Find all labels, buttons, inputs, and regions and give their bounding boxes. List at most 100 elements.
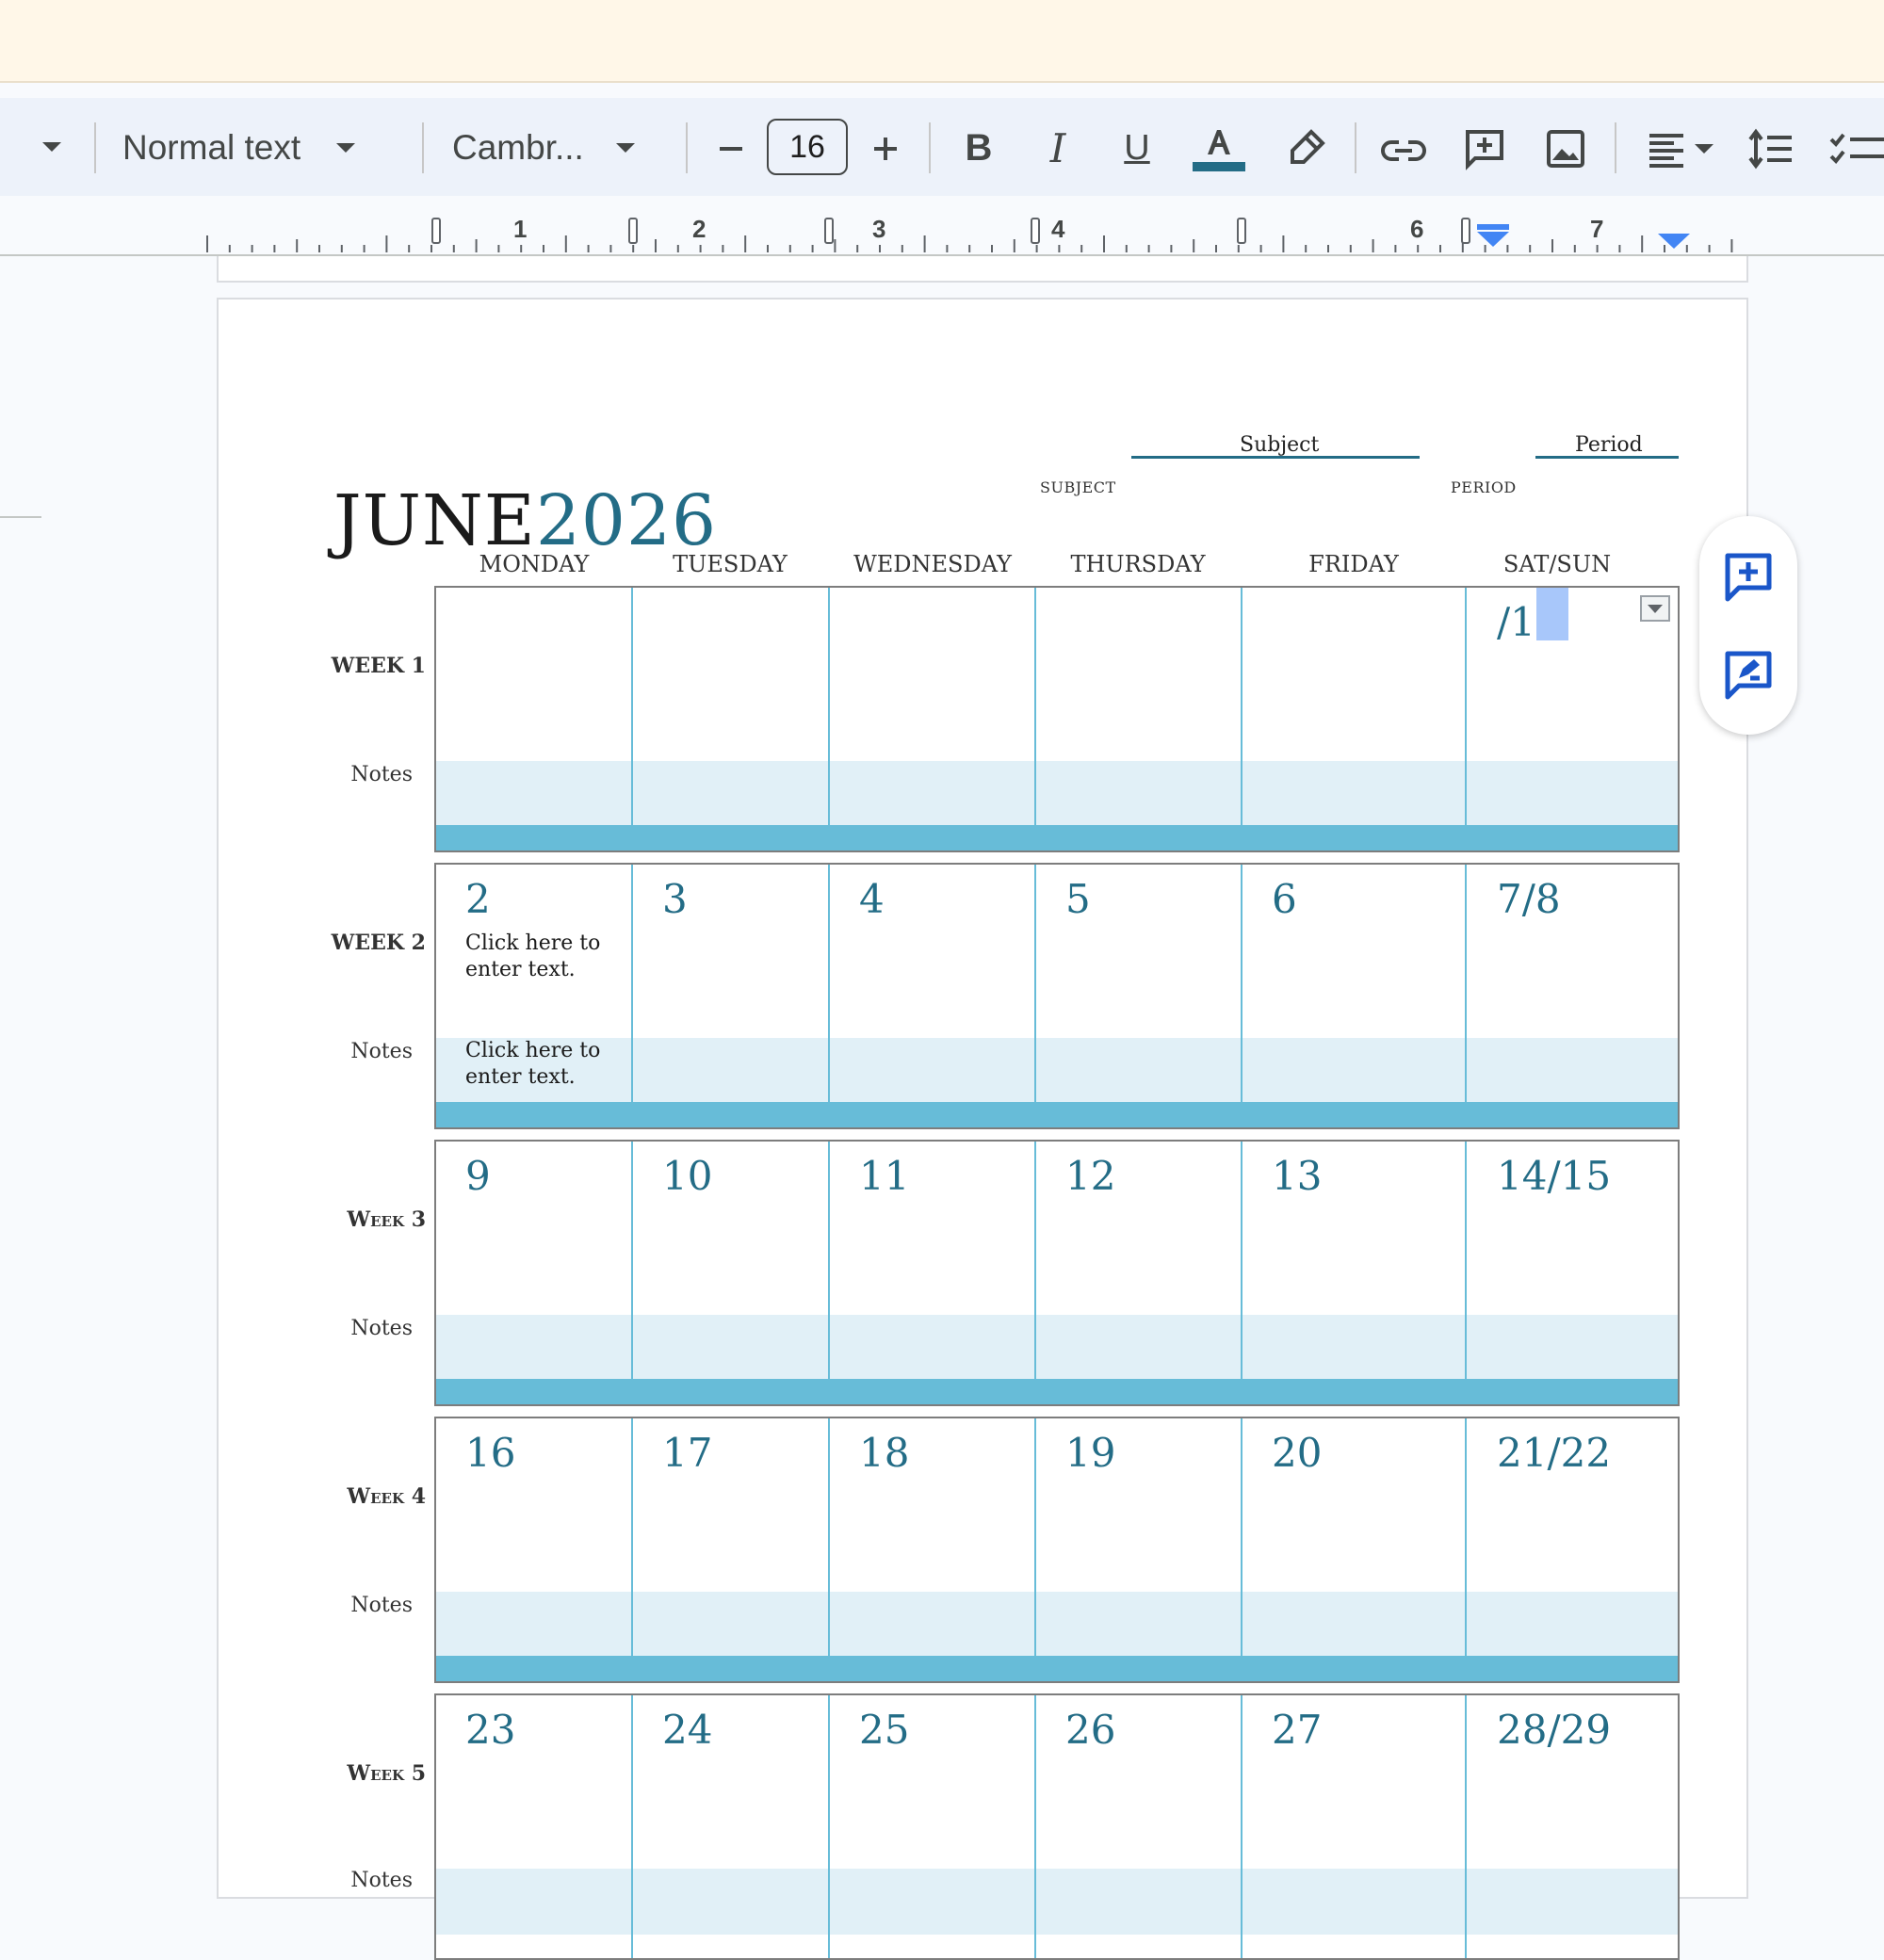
subject-caption: SUBJECT bbox=[1040, 478, 1116, 496]
day-header-monday: MONDAY bbox=[479, 551, 590, 577]
date-label[interactable]: 5 bbox=[1065, 876, 1091, 922]
date-label[interactable]: 12 bbox=[1065, 1153, 1115, 1199]
date-label[interactable]: 14/15 bbox=[1497, 1153, 1611, 1199]
week-label: Week 3 bbox=[347, 1207, 426, 1232]
day-header-tuesday: TUESDAY bbox=[673, 551, 788, 577]
notes-label: Notes bbox=[350, 1594, 413, 1617]
day-header-wednesday: WEDNESDAY bbox=[853, 551, 1012, 577]
highlight-icon[interactable] bbox=[1279, 122, 1332, 175]
notes-label: Notes bbox=[350, 1869, 413, 1892]
ruler-number: 4 bbox=[1051, 215, 1065, 243]
date-label[interactable]: 18 bbox=[859, 1430, 909, 1476]
ruler-number: 2 bbox=[692, 215, 706, 243]
underline-icon[interactable]: U bbox=[1113, 124, 1161, 171]
toolbar: Normal text Cambr... 16 B I U bbox=[0, 98, 1884, 196]
day-header-thursday: THURSDAY bbox=[1070, 551, 1206, 577]
outline-marker bbox=[0, 516, 41, 518]
week-label: Week 5 bbox=[347, 1761, 426, 1786]
caret-down-icon bbox=[336, 143, 356, 153]
week-4-row[interactable]: 16 17 18 19 20 21/22 bbox=[434, 1417, 1680, 1683]
ruler-number: 7 bbox=[1590, 215, 1604, 243]
date-label[interactable]: 24 bbox=[662, 1707, 712, 1753]
notes-label: Notes bbox=[350, 763, 413, 786]
link-icon[interactable] bbox=[1377, 124, 1430, 177]
notes-label: Notes bbox=[350, 1317, 413, 1340]
notification-banner bbox=[0, 0, 1884, 83]
date-label[interactable]: /1 bbox=[1497, 599, 1535, 645]
date-label[interactable]: 6 bbox=[1272, 876, 1297, 922]
date-label[interactable]: 28/29 bbox=[1497, 1707, 1611, 1753]
date-label[interactable]: 9 bbox=[465, 1153, 491, 1199]
week-2-row[interactable]: 2 3 4 5 6 7/8 Click here to enter text. … bbox=[434, 863, 1680, 1129]
font-select[interactable]: Cambr... bbox=[452, 122, 635, 173]
image-icon[interactable] bbox=[1539, 122, 1592, 175]
divider bbox=[1615, 122, 1616, 173]
date-label[interactable]: 16 bbox=[465, 1430, 515, 1476]
period-underline bbox=[1535, 456, 1679, 459]
date-label[interactable]: 27 bbox=[1272, 1707, 1322, 1753]
ruler[interactable]: 1 2 3 4 6 7 bbox=[0, 196, 1884, 256]
notes-band[interactable] bbox=[436, 1315, 1678, 1381]
subject-value[interactable]: Subject bbox=[1240, 433, 1319, 457]
week-divider-band bbox=[436, 1656, 1678, 1681]
notes-band[interactable] bbox=[436, 1592, 1678, 1658]
date-label[interactable]: 4 bbox=[859, 876, 885, 922]
text-color-icon[interactable] bbox=[1191, 121, 1247, 177]
italic-icon[interactable]: I bbox=[1034, 124, 1081, 171]
title-month: JUNE bbox=[333, 480, 536, 561]
week-5-row[interactable]: 23 24 25 26 27 28/29 bbox=[434, 1693, 1680, 1960]
date-label[interactable]: 2 bbox=[465, 876, 491, 922]
divider bbox=[94, 122, 96, 173]
divider bbox=[1355, 122, 1356, 173]
line-spacing-icon[interactable] bbox=[1745, 122, 1797, 175]
ruler-number: 6 bbox=[1410, 215, 1424, 243]
divider bbox=[686, 122, 688, 173]
dropdown-icon[interactable] bbox=[1640, 595, 1670, 622]
checklist-icon[interactable] bbox=[1827, 122, 1884, 175]
week-label: WEEK 1 bbox=[331, 654, 426, 678]
font-select-label: Cambr... bbox=[452, 128, 584, 167]
date-label[interactable]: 26 bbox=[1065, 1707, 1115, 1753]
date-label[interactable]: 13 bbox=[1272, 1153, 1322, 1199]
date-label[interactable]: 25 bbox=[859, 1707, 909, 1753]
title-year: 2026 bbox=[535, 480, 718, 561]
date-label[interactable]: 20 bbox=[1272, 1430, 1322, 1476]
notes-label: Notes bbox=[350, 1040, 413, 1063]
date-label[interactable]: 3 bbox=[662, 876, 688, 922]
date-label[interactable]: 21/22 bbox=[1497, 1430, 1611, 1476]
style-select[interactable]: Normal text bbox=[122, 122, 356, 173]
date-label[interactable]: 11 bbox=[859, 1153, 909, 1199]
notes-band[interactable] bbox=[436, 761, 1678, 827]
divider bbox=[422, 122, 424, 173]
date-label[interactable]: 7/8 bbox=[1497, 876, 1561, 922]
day-header-friday: FRIDAY bbox=[1308, 551, 1399, 577]
period-value[interactable]: Period bbox=[1575, 433, 1643, 457]
caret-down-icon bbox=[1695, 144, 1713, 154]
notes-band[interactable] bbox=[436, 1869, 1678, 1935]
week-label: Week 4 bbox=[347, 1484, 426, 1509]
add-comment-icon[interactable] bbox=[1458, 122, 1511, 175]
week-divider-band bbox=[436, 1102, 1678, 1127]
week-divider-band bbox=[436, 825, 1678, 850]
notes-placeholder-text[interactable]: Click here to enter text. bbox=[465, 1038, 625, 1091]
style-select-label: Normal text bbox=[122, 128, 301, 167]
date-label[interactable]: 19 bbox=[1065, 1430, 1115, 1476]
date-label[interactable]: 10 bbox=[662, 1153, 712, 1199]
caret-down-icon[interactable] bbox=[36, 136, 68, 158]
increase-font-size-icon[interactable] bbox=[863, 126, 908, 171]
floating-actions-panel bbox=[1699, 516, 1797, 735]
date-label[interactable]: 17 bbox=[662, 1430, 712, 1476]
align-icon[interactable] bbox=[1637, 122, 1722, 175]
week-1-row[interactable]: /1 bbox=[434, 586, 1680, 852]
subject-underline bbox=[1131, 456, 1420, 459]
placeholder-text[interactable]: Click here to enter text. bbox=[465, 931, 625, 983]
font-size-input[interactable]: 16 bbox=[767, 119, 848, 175]
date-label[interactable]: 23 bbox=[465, 1707, 515, 1753]
ruler-number: 3 bbox=[872, 215, 886, 243]
bold-icon[interactable]: B bbox=[955, 124, 1002, 171]
week-divider-band bbox=[436, 1379, 1678, 1404]
week-3-row[interactable]: 9 10 11 12 13 14/15 bbox=[434, 1140, 1680, 1406]
suggest-edit-icon[interactable] bbox=[1720, 646, 1777, 703]
decrease-font-size-icon[interactable] bbox=[708, 126, 754, 171]
add-comment-icon[interactable] bbox=[1720, 548, 1777, 605]
